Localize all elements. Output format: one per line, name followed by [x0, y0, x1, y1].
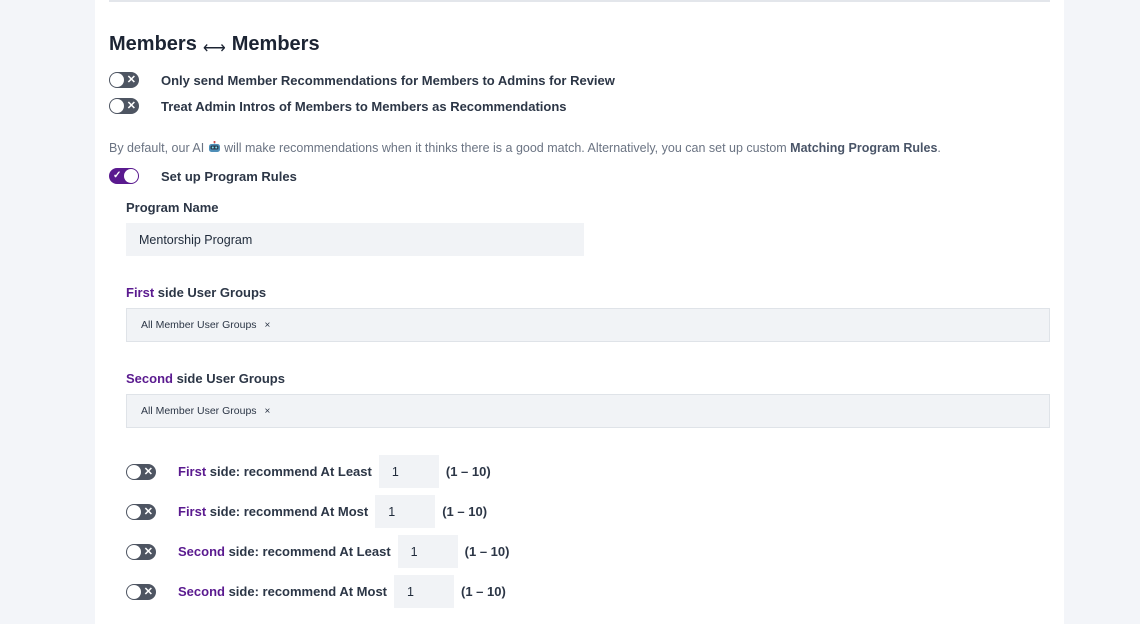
toggle-knob [124, 169, 138, 183]
x-icon: ✕ [143, 505, 153, 518]
group-chip: All Member User Groups × [141, 319, 270, 331]
x-icon: ✕ [143, 465, 153, 478]
second-accent: Second [178, 584, 225, 599]
toggle-knob [127, 464, 141, 479]
first-at-most-toggle[interactable]: ✕ [126, 503, 156, 520]
description-text: By default, our AI [109, 141, 208, 155]
second-at-most-toggle[interactable]: ✕ [126, 583, 156, 600]
first-accent: First [126, 285, 155, 300]
chip-remove-icon[interactable]: × [265, 406, 271, 417]
toggle-knob [127, 544, 141, 559]
divider [109, 0, 1050, 2]
second-at-most-row: ✕ Second side: recommend At Most (1 – 10… [126, 575, 506, 608]
description-end: . [937, 141, 941, 155]
review-toggle-row: ✕ Only send Member Recommendations for M… [109, 72, 615, 88]
limit-label-rest: side: recommend At Least [206, 464, 372, 479]
range-hint: (1 – 10) [445, 464, 491, 479]
program-rules-toggle-label: Set up Program Rules [161, 168, 297, 184]
robot-icon [208, 141, 220, 152]
group-chip-label: All Member User Groups [141, 405, 257, 417]
admin-intros-toggle-label: Treat Admin Intros of Members to Members… [161, 98, 567, 114]
admin-intros-toggle-row: ✕ Treat Admin Intros of Members to Membe… [109, 98, 567, 114]
second-at-least-label: Second side: recommend At Least [178, 544, 391, 559]
limit-label-rest: side: recommend At Most [206, 504, 369, 519]
first-at-least-input[interactable] [378, 455, 439, 488]
second-groups-label-rest: side User Groups [172, 371, 285, 386]
first-accent: First [178, 504, 207, 519]
settings-card: Members ⟷ Members ✕ Only send Member Rec… [95, 0, 1064, 624]
second-at-most-label: Second side: recommend At Most [178, 584, 387, 599]
first-groups-label-rest: side User Groups [154, 285, 267, 300]
title-left: Members [109, 33, 197, 55]
range-hint: (1 – 10) [464, 544, 510, 559]
toggle-knob [127, 504, 141, 519]
section-title: Members ⟷ Members [109, 33, 320, 57]
x-icon: ✕ [126, 100, 136, 112]
second-at-least-input[interactable] [397, 535, 458, 568]
group-chip-label: All Member User Groups [141, 319, 257, 331]
x-icon: ✕ [126, 74, 136, 86]
program-rules-toggle[interactable]: ✓ [109, 168, 139, 184]
toggle-knob [110, 73, 124, 87]
title-right: Members [231, 33, 320, 55]
first-accent: First [178, 464, 207, 479]
second-at-least-row: ✕ Second side: recommend At Least (1 – 1… [126, 535, 509, 568]
program-name-input[interactable] [126, 223, 584, 256]
bidirectional-arrow-icon: ⟷ [202, 39, 226, 57]
first-at-most-row: ✕ First side: recommend At Most (1 – 10) [126, 495, 487, 528]
first-at-least-toggle[interactable]: ✕ [126, 463, 156, 480]
ai-description: By default, our AI will make recommendat… [109, 141, 941, 155]
first-at-least-label: First side: recommend At Least [178, 464, 372, 479]
toggle-knob [110, 99, 124, 113]
check-icon: ✓ [113, 170, 122, 181]
second-accent: Second [126, 371, 173, 386]
range-hint: (1 – 10) [461, 584, 506, 599]
toggle-knob [127, 584, 141, 599]
matching-program-rules-link[interactable]: Matching Program Rules [790, 141, 937, 155]
first-at-most-input[interactable] [375, 495, 436, 528]
first-at-least-row: ✕ First side: recommend At Least (1 – 10… [126, 455, 491, 488]
second-side-groups-select[interactable]: All Member User Groups × [126, 394, 1050, 428]
second-at-least-toggle[interactable]: ✕ [126, 543, 156, 560]
group-chip: All Member User Groups × [141, 405, 270, 417]
program-rules-toggle-row: ✓ Set up Program Rules [109, 168, 297, 184]
second-accent: Second [178, 544, 225, 559]
second-at-most-input[interactable] [394, 575, 455, 608]
limit-label-rest: side: recommend At Least [224, 544, 391, 559]
admin-intros-toggle[interactable]: ✕ [109, 98, 139, 114]
range-hint: (1 – 10) [442, 504, 488, 519]
limit-label-rest: side: recommend At Most [224, 584, 388, 599]
first-at-most-label: First side: recommend At Most [178, 504, 368, 519]
chip-remove-icon[interactable]: × [265, 320, 271, 331]
x-icon: ✕ [143, 585, 153, 598]
program-name-label: Program Name [126, 200, 219, 215]
review-toggle[interactable]: ✕ [109, 72, 139, 88]
first-side-groups-label: First side User Groups [126, 285, 266, 300]
description-text-after: will make recommendations when it thinks… [224, 141, 791, 155]
x-icon: ✕ [143, 545, 153, 558]
first-side-groups-select[interactable]: All Member User Groups × [126, 308, 1050, 342]
review-toggle-label: Only send Member Recommendations for Mem… [161, 72, 615, 88]
second-side-groups-label: Second side User Groups [126, 371, 285, 386]
